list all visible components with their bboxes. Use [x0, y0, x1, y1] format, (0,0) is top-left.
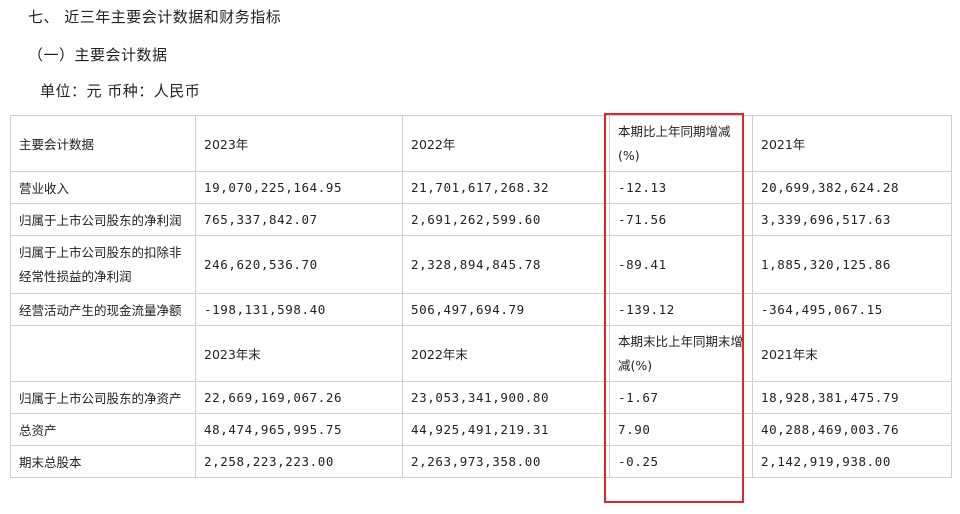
- value-cell: -0.25: [609, 445, 753, 478]
- row-label: 总资产: [10, 413, 196, 446]
- value-cell: -12.13: [609, 171, 753, 204]
- row-label: 经营活动产生的现金流量净额: [10, 293, 196, 326]
- row-label: 归属于上市公司股东的扣除非经常性损益的净利润: [10, 235, 196, 294]
- value-cell: -364,495,067.15: [752, 293, 952, 326]
- accounting-data-table: 主要会计数据 2023年 2022年 本期比上年同期增减(%) 2021年 营业…: [10, 115, 952, 478]
- section-heading-text: 七、 近三年主要会计数据和财务指标: [28, 8, 282, 26]
- subsection-heading-text: （一）主要会计数据: [28, 46, 168, 64]
- header-cell: 主要会计数据: [10, 115, 196, 172]
- header-cell: [10, 325, 196, 382]
- value-cell: 506,497,694.79: [402, 293, 610, 326]
- header-cell: 2023年末: [195, 325, 403, 382]
- value-cell: 2,258,223,223.00: [195, 445, 403, 478]
- section-heading: 七、 近三年主要会计数据和财务指标: [28, 6, 281, 27]
- header-cell: 本期比上年同期增减(%): [609, 115, 753, 172]
- header-cell: 本期末比上年同期末增减(%): [609, 325, 753, 382]
- value-cell: 20,699,382,624.28: [752, 171, 952, 204]
- header-cell: 2022年末: [402, 325, 610, 382]
- table-row: 营业收入 19,070,225,164.95 21,701,617,268.32…: [10, 171, 952, 204]
- value-cell: 21,701,617,268.32: [402, 171, 610, 204]
- unit-line-text: 单位：元 币种：人民币: [40, 82, 201, 100]
- value-cell: -1.67: [609, 381, 753, 414]
- value-cell: 44,925,491,219.31: [402, 413, 610, 446]
- table-header-row: 2023年末 2022年末 本期末比上年同期末增减(%) 2021年末: [10, 325, 952, 382]
- value-cell: 7.90: [609, 413, 753, 446]
- row-label: 归属于上市公司股东的净利润: [10, 203, 196, 236]
- value-cell: 2,328,894,845.78: [402, 235, 610, 294]
- value-cell: 2,263,973,358.00: [402, 445, 610, 478]
- value-cell: 1,885,320,125.86: [752, 235, 952, 294]
- header-cell: 2023年: [195, 115, 403, 172]
- table-row: 归属于上市公司股东的净资产 22,669,169,067.26 23,053,3…: [10, 381, 952, 414]
- value-cell: 19,070,225,164.95: [195, 171, 403, 204]
- value-cell: -71.56: [609, 203, 753, 236]
- table-row: 归属于上市公司股东的净利润 765,337,842.07 2,691,262,5…: [10, 203, 952, 236]
- value-cell: 23,053,341,900.80: [402, 381, 610, 414]
- value-cell: 246,620,536.70: [195, 235, 403, 294]
- table-row: 归属于上市公司股东的扣除非经常性损益的净利润 246,620,536.70 2,…: [10, 235, 952, 294]
- value-cell: 2,142,919,938.00: [752, 445, 952, 478]
- value-cell: 18,928,381,475.79: [752, 381, 952, 414]
- row-label: 归属于上市公司股东的净资产: [10, 381, 196, 414]
- value-cell: 3,339,696,517.63: [752, 203, 952, 236]
- value-cell: -89.41: [609, 235, 753, 294]
- table-row: 期末总股本 2,258,223,223.00 2,263,973,358.00 …: [10, 445, 952, 478]
- table-row: 经营活动产生的现金流量净额 -198,131,598.40 506,497,69…: [10, 293, 952, 326]
- value-cell: 22,669,169,067.26: [195, 381, 403, 414]
- value-cell: 40,288,469,003.76: [752, 413, 952, 446]
- value-cell: 48,474,965,995.75: [195, 413, 403, 446]
- subsection-heading: （一）主要会计数据: [28, 44, 168, 65]
- header-cell: 2021年: [752, 115, 952, 172]
- row-label: 期末总股本: [10, 445, 196, 478]
- value-cell: -139.12: [609, 293, 753, 326]
- value-cell: -198,131,598.40: [195, 293, 403, 326]
- row-label: 营业收入: [10, 171, 196, 204]
- header-cell: 2022年: [402, 115, 610, 172]
- unit-line: 单位：元 币种：人民币: [40, 80, 200, 101]
- table-header-row: 主要会计数据 2023年 2022年 本期比上年同期增减(%) 2021年: [10, 115, 952, 172]
- value-cell: 2,691,262,599.60: [402, 203, 610, 236]
- value-cell: 765,337,842.07: [195, 203, 403, 236]
- header-cell: 2021年末: [752, 325, 952, 382]
- table-row: 总资产 48,474,965,995.75 44,925,491,219.31 …: [10, 413, 952, 446]
